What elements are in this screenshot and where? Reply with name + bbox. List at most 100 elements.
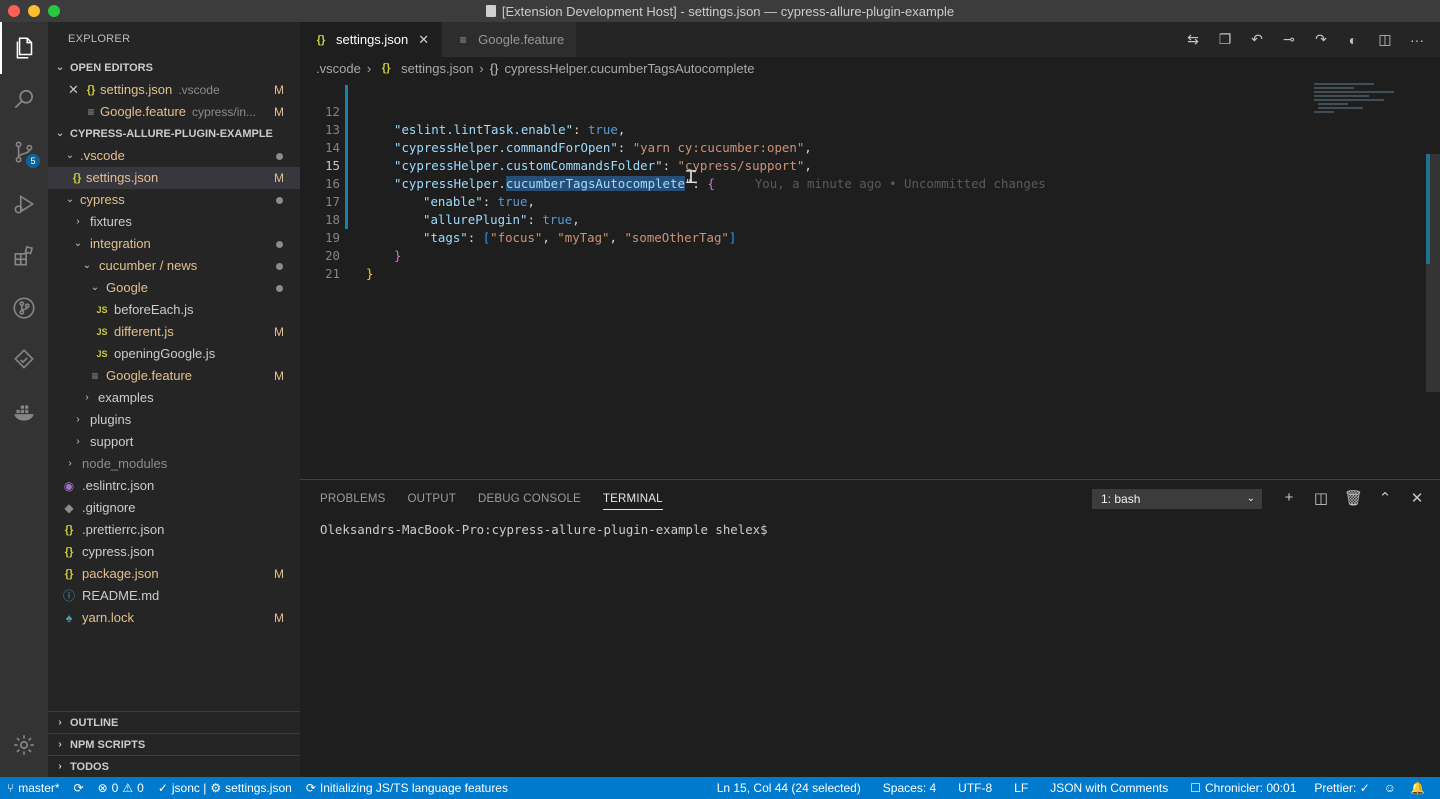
close-icon[interactable]: ✕ [68, 79, 82, 101]
split-terminal-icon[interactable]: ◫ [1312, 489, 1330, 507]
open-editors-header[interactable]: ⌄ OPEN EDITORS [48, 57, 300, 79]
chronicler-status[interactable]: ☐ Chronicler: 00:01 [1183, 781, 1303, 795]
tree-folder[interactable]: › support [48, 431, 300, 453]
close-icon[interactable]: ✕ [1408, 489, 1426, 507]
tree-folder[interactable]: ⌄ cypress [48, 189, 300, 211]
tree-file[interactable]: ◆ .gitignore [48, 497, 300, 519]
sync-button[interactable]: ⟳ [67, 781, 91, 795]
tree-file[interactable]: {} cypress.json [48, 541, 300, 563]
breadcrumb-item[interactable]: settings.json [401, 61, 473, 76]
tree-file[interactable]: ≡ Google.feature M [48, 365, 300, 387]
json-key: "enable" [423, 194, 483, 209]
tab-settings-json[interactable]: {} settings.json ✕ [300, 22, 443, 57]
tag-value: "someOtherTag" [624, 230, 729, 245]
explorer-activity[interactable] [0, 22, 48, 74]
git-graph-activity[interactable] [0, 282, 48, 334]
previous-change-icon[interactable]: ↶ [1248, 31, 1266, 48]
tree-folder[interactable]: › examples [48, 387, 300, 409]
open-file-icon[interactable]: ❐ [1216, 31, 1234, 48]
language-check-status[interactable]: ✓ jsonc | ⚙ settings.json [151, 781, 299, 795]
json-file-icon: {} [381, 62, 391, 74]
tree-folder[interactable]: ⌄ Google [48, 277, 300, 299]
tab-google-feature[interactable]: ≡ Google.feature [442, 22, 578, 57]
tree-file[interactable]: ◉ .eslintrc.json [48, 475, 300, 497]
json-value: true [542, 212, 573, 227]
run-debug-activity[interactable] [0, 178, 48, 230]
project-header[interactable]: ⌄ CYPRESS-ALLURE-PLUGIN-EXAMPLE [48, 123, 300, 145]
tree-file[interactable]: JS openingGoogle.js [48, 343, 300, 365]
object-icon: {} [489, 60, 499, 76]
json-value: true [587, 122, 618, 137]
minimize-window-button[interactable] [28, 5, 40, 17]
terminal-select[interactable]: 1: bash ⌄ [1092, 489, 1262, 509]
prettier-status[interactable]: Prettier: ✓ [1307, 781, 1376, 795]
chevron-down-icon: ⌄ [55, 128, 65, 139]
next-change-icon[interactable]: ↷ [1312, 31, 1330, 48]
outline-header[interactable]: › OUTLINE [48, 711, 300, 733]
json-file-icon: {} [64, 524, 74, 536]
modified-badge: M [274, 611, 284, 625]
tree-file[interactable]: ⓘ README.md [48, 585, 300, 607]
tree-file[interactable]: JS beforeEach.js [48, 299, 300, 321]
tab-terminal[interactable]: TERMINAL [602, 493, 663, 510]
trash-icon[interactable]: 🗑 [1344, 489, 1363, 507]
split-editor-icon[interactable]: ◫ [1376, 31, 1394, 48]
tree-file[interactable]: {} .prettierrc.json [48, 519, 300, 541]
language-mode[interactable]: JSON with Comments [1043, 781, 1175, 795]
docker-activity[interactable] [0, 386, 48, 438]
sync-icon: ⟳ [73, 781, 84, 795]
tree-file[interactable]: {} settings.json M [48, 167, 300, 189]
npm-scripts-header[interactable]: › NPM SCRIPTS [48, 733, 300, 755]
scm-badge: 5 [26, 154, 40, 168]
extensions-activity[interactable] [0, 230, 48, 282]
problems-status[interactable]: ⊗ 0 ⚠ 0 [91, 781, 151, 795]
maximize-window-button[interactable] [48, 5, 60, 17]
feedback-button[interactable]: ☺ [1377, 781, 1403, 795]
chevron-right-icon: › [68, 458, 72, 469]
more-actions-icon[interactable]: ··· [1408, 32, 1426, 48]
compare-changes-icon[interactable]: ⇆ [1184, 31, 1202, 48]
testing-activity[interactable] [0, 334, 48, 386]
eslint-file-icon: ◉ [63, 479, 75, 493]
code-editor[interactable]: 12 "eslint.lintTask.enable": true, 13 "c… [300, 79, 1440, 479]
open-editor-item[interactable]: ≡ Google.feature cypress/in... M [48, 101, 300, 123]
tree-folder[interactable]: ⌄ cucumber / news [48, 255, 300, 277]
breadcrumb-item[interactable]: .vscode [316, 61, 361, 76]
notifications-button[interactable]: 🔔 [1403, 781, 1432, 795]
tab-debug-console[interactable]: DEBUG CONSOLE [478, 493, 581, 505]
git-lens-icon[interactable]: ◐ [1344, 32, 1362, 48]
breadcrumb-item[interactable]: cypressHelper.cucumberTagsAutocomplete [504, 61, 754, 76]
branch-status[interactable]: ⑂ master* [0, 781, 67, 795]
eol-status[interactable]: LF [1007, 781, 1035, 795]
tab-label: settings.json [336, 32, 409, 47]
close-window-button[interactable] [8, 5, 20, 17]
tree-folder[interactable]: ⌄ integration [48, 233, 300, 255]
todos-header[interactable]: › TODOS [48, 755, 300, 777]
commit-icon[interactable]: ⊸ [1280, 31, 1298, 48]
terminal-prompt[interactable]: Oleksandrs-MacBook-Pro:cypress-allure-pl… [320, 522, 768, 537]
tab-output[interactable]: OUTPUT [408, 493, 456, 505]
tree-file[interactable]: {} package.json M [48, 563, 300, 585]
tree-folder[interactable]: › node_modules [48, 453, 300, 475]
tab-problems[interactable]: PROBLEMS [320, 493, 386, 505]
source-control-activity[interactable]: 5 [0, 126, 48, 178]
yarn-file-icon: ♠ [65, 611, 73, 625]
bell-icon: 🔔 [1410, 781, 1425, 795]
tree-folder[interactable]: ⌄ .vscode [48, 145, 300, 167]
window-controls [8, 5, 60, 17]
plus-icon[interactable]: + [1280, 489, 1298, 507]
manage-activity[interactable] [0, 719, 48, 771]
search-activity[interactable] [0, 74, 48, 126]
open-editor-item[interactable]: ✕ {} settings.json .vscode M [48, 79, 300, 101]
cursor-position[interactable]: Ln 15, Col 44 (24 selected) [710, 781, 868, 795]
encoding-status[interactable]: UTF-8 [951, 781, 999, 795]
tree-file[interactable]: ♠ yarn.lock M [48, 607, 300, 629]
indentation-status[interactable]: Spaces: 4 [876, 781, 943, 795]
tree-folder[interactable]: › plugins [48, 409, 300, 431]
tree-file[interactable]: JS different.js M [48, 321, 300, 343]
json-key: "cypressHelper.commandForOpen" [394, 140, 618, 155]
close-icon[interactable]: ✕ [418, 32, 429, 48]
chevron-up-icon[interactable]: ⌃ [1376, 489, 1394, 507]
minimap[interactable] [1306, 79, 1426, 119]
tree-folder[interactable]: › fixtures [48, 211, 300, 233]
